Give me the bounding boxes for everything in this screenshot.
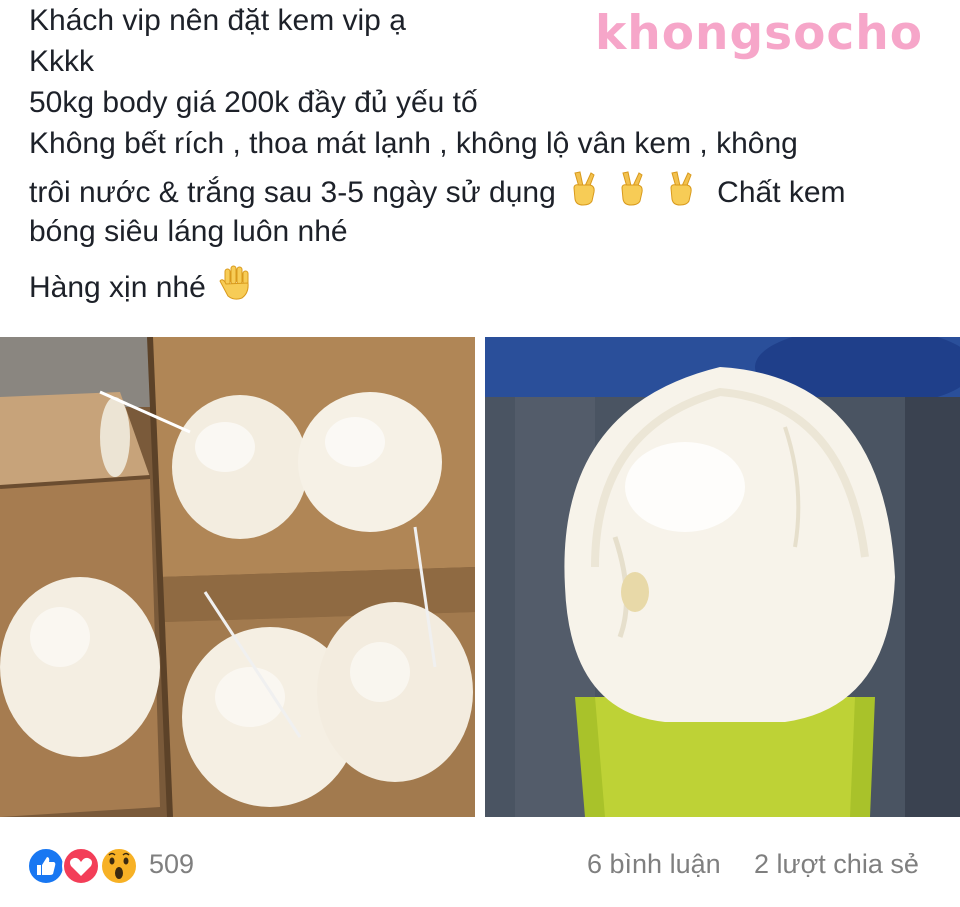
- reaction-icons[interactable]: [27, 846, 142, 886]
- post-line: trôi nước & trắng sau 3-5 ngày sử dụng C…: [29, 170, 929, 211]
- reactions-bar: 509 6 bình luận 2 lượt chia sẻ: [0, 830, 960, 900]
- cream-scoop-photo[interactable]: [485, 337, 960, 817]
- post-line: bóng siêu láng luôn nhé: [29, 215, 348, 248]
- victory-hand-icon: [663, 170, 699, 217]
- post-line-text: trôi nước & trắng sau 3-5 ngày sử dụng: [29, 176, 556, 209]
- cream-boxes-photo[interactable]: [0, 337, 475, 817]
- victory-hand-icon: [566, 170, 602, 217]
- love-icon: [62, 847, 100, 885]
- raised-hand-icon: [216, 263, 254, 312]
- watermark: khongsocho: [595, 6, 923, 61]
- post-line-text: Hàng xịn nhé: [29, 271, 206, 304]
- comments-count[interactable]: 6 bình luận: [587, 849, 721, 880]
- post-line: 50kg body giá 200k đầy đủ yếu tố: [29, 86, 478, 119]
- reaction-count[interactable]: 509: [149, 849, 194, 880]
- like-icon: [27, 847, 65, 885]
- post-line: Không bết rích , thoa mát lạnh , không l…: [29, 127, 798, 160]
- victory-hand-icon: [614, 170, 650, 217]
- post-line-text: Chất kem: [717, 176, 846, 209]
- shares-count[interactable]: 2 lượt chia sẻ: [754, 849, 919, 880]
- wow-icon: [100, 847, 138, 885]
- post-line: Hàng xịn nhé: [29, 263, 929, 304]
